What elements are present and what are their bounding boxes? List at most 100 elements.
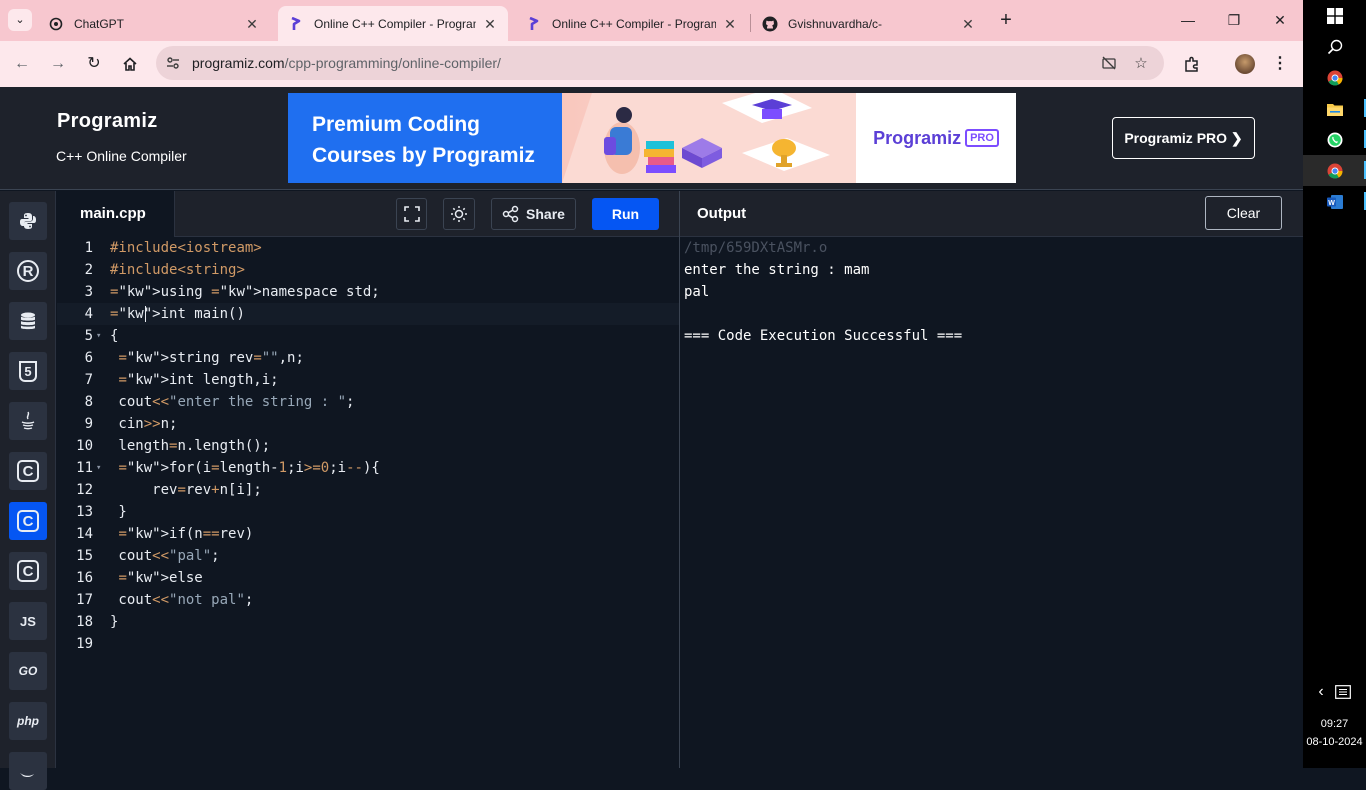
code-line[interactable]: 16 ="kw">else xyxy=(57,567,679,589)
chrome-active-taskbar-icon[interactable] xyxy=(1303,155,1366,186)
tab-search-button[interactable]: ⌄ xyxy=(8,9,32,31)
output-console[interactable]: /tmp/659DXtASMr.o enter the string : mam p… xyxy=(680,237,1303,768)
run-button[interactable]: Run xyxy=(592,198,659,230)
share-label: Share xyxy=(526,206,565,222)
clear-button[interactable]: Clear xyxy=(1205,196,1282,230)
back-arrow-icon[interactable]: ← xyxy=(10,52,34,76)
tab-chatgpt[interactable]: ChatGPT ✕ xyxy=(38,6,270,41)
menu-kebab-icon[interactable]: ⋮ xyxy=(1268,52,1292,76)
address-bar[interactable]: programiz.com/cpp-programming/online-com… xyxy=(156,46,1164,80)
output-line: === Code Execution Successful === xyxy=(684,328,963,344)
code-line[interactable]: 17 cout<<"not pal"; xyxy=(57,589,679,611)
code-text: ="kw">if(n==rev) xyxy=(118,526,254,542)
cpp-icon[interactable]: C xyxy=(9,502,47,540)
site-header: Programiz C++ Online Compiler Premium Co… xyxy=(0,87,1303,190)
window-close-icon[interactable]: ✕ xyxy=(1265,8,1295,32)
word-icon[interactable]: W xyxy=(1303,186,1366,217)
c-icon[interactable]: C xyxy=(9,452,47,490)
tab-github[interactable]: Gvishnuvardha/c- ✕ xyxy=(752,6,986,41)
code-text: cout<<"pal"; xyxy=(110,548,220,564)
code-line[interactable]: 1 #include<iostream> xyxy=(57,237,679,259)
fullscreen-icon[interactable] xyxy=(396,198,427,230)
new-tab-button[interactable]: + xyxy=(994,10,1018,32)
no-tracking-icon[interactable] xyxy=(1100,54,1118,72)
fold-chevron-icon[interactable]: ▾ xyxy=(96,325,101,347)
site-settings-icon[interactable] xyxy=(162,52,184,74)
programiz-pro-button[interactable]: Programiz PRO ❯ xyxy=(1112,117,1255,159)
profile-avatar[interactable] xyxy=(1233,52,1257,76)
go-icon[interactable]: GO xyxy=(9,652,47,690)
search-icon[interactable] xyxy=(1303,31,1366,62)
code-text: #include<iostream> xyxy=(110,240,262,256)
pro-badge: PRO xyxy=(965,129,999,147)
clock-time[interactable]: 09:27 xyxy=(1303,718,1366,730)
close-icon[interactable]: ✕ xyxy=(960,16,976,32)
system-tray: ‹ xyxy=(1303,676,1366,707)
forward-arrow-icon[interactable]: → xyxy=(46,52,70,76)
php-icon[interactable]: php xyxy=(9,702,47,740)
reload-icon[interactable]: ↻ xyxy=(82,52,106,76)
file-explorer-icon[interactable] xyxy=(1303,93,1366,124)
code-line[interactable]: 15 cout<<"pal"; xyxy=(57,545,679,567)
url-text: programiz.com/cpp-programming/online-com… xyxy=(192,55,501,71)
close-icon[interactable]: ✕ xyxy=(482,16,498,32)
code-line[interactable]: 7 ="kw">int length,i; xyxy=(57,369,679,391)
output-line: pal xyxy=(684,284,710,300)
code-line[interactable]: 10 length=n.length(); xyxy=(57,435,679,457)
code-editor[interactable]: 1 #include<iostream> 2 #include<string> 3 ="k… xyxy=(57,237,679,768)
code-line[interactable]: 6 ="kw">string rev="",n; xyxy=(57,347,679,369)
tab-title: Gvishnuvardha/c- xyxy=(788,16,883,31)
bookmark-star-icon[interactable]: ☆ xyxy=(1132,54,1150,72)
code-line[interactable]: 3 ="kw">using ="kw">namespace std; xyxy=(57,281,679,303)
programiz-logo[interactable]: Programiz xyxy=(57,110,158,133)
html-icon[interactable]: 5 xyxy=(9,352,47,390)
programiz-page: Programiz C++ Online Compiler Premium Co… xyxy=(0,87,1303,790)
clock-date[interactable]: 08-10-2024 xyxy=(1303,736,1366,748)
promo-banner[interactable]: Premium Coding Courses by Programiz Prog… xyxy=(288,93,1016,183)
python-icon[interactable] xyxy=(9,202,47,240)
csharp-icon[interactable]: C xyxy=(9,552,47,590)
notifications-icon[interactable] xyxy=(1334,684,1351,699)
code-line[interactable]: 5 ▾ { xyxy=(57,325,679,347)
chevron-left-icon[interactable]: ‹ xyxy=(1318,683,1323,701)
code-line[interactable]: 4 ="kw">int main() xyxy=(57,303,679,325)
fold-chevron-icon[interactable]: ▾ xyxy=(96,457,101,479)
tab-programiz-active[interactable]: Online C++ Compiler - Program ✕ xyxy=(278,6,508,41)
share-button[interactable]: Share xyxy=(491,198,576,230)
code-line[interactable]: 2 #include<string> xyxy=(57,259,679,281)
code-line[interactable]: 11 ▾ ="kw">for(i=length-1;i>=0;i--){ xyxy=(57,457,679,479)
file-tab-main-cpp[interactable]: main.cpp xyxy=(57,191,175,237)
code-line[interactable]: 12 rev=rev+n[i]; xyxy=(57,479,679,501)
close-icon[interactable]: ✕ xyxy=(244,16,260,32)
home-icon[interactable] xyxy=(118,52,142,76)
r-icon[interactable]: R xyxy=(9,252,47,290)
code-text: { xyxy=(110,328,119,344)
svg-text:W: W xyxy=(1328,200,1335,207)
windows-taskbar: W ‹ 09:27 08-10-2024 xyxy=(1303,0,1366,768)
output-line: enter the string : mam xyxy=(684,262,870,278)
swift-icon[interactable] xyxy=(9,752,47,790)
code-text: } xyxy=(110,614,119,630)
csharp-label: C xyxy=(17,560,39,582)
code-line[interactable]: 18} xyxy=(57,611,679,633)
sql-icon[interactable] xyxy=(9,302,47,340)
code-line[interactable]: 14 ="kw">if(n==rev) xyxy=(57,523,679,545)
code-line[interactable]: 9 cin>>n; xyxy=(57,413,679,435)
code-text: cin>>n; xyxy=(110,416,178,432)
code-text: cout<<"enter the string : "; xyxy=(110,394,355,410)
code-line[interactable]: 13 } xyxy=(57,501,679,523)
programiz-icon xyxy=(526,16,542,32)
code-line[interactable]: 8 cout<<"enter the string : "; xyxy=(57,391,679,413)
javascript-icon[interactable]: JS xyxy=(9,602,47,640)
extensions-icon[interactable] xyxy=(1180,52,1204,76)
restore-icon[interactable]: ❐ xyxy=(1219,8,1249,32)
close-icon[interactable]: ✕ xyxy=(722,16,738,32)
windows-start-icon[interactable] xyxy=(1303,0,1366,31)
minimize-icon[interactable]: — xyxy=(1173,8,1203,32)
chrome-taskbar-icon[interactable] xyxy=(1303,62,1366,93)
java-icon[interactable] xyxy=(9,402,47,440)
whatsapp-icon[interactable] xyxy=(1303,124,1366,155)
tab-programiz[interactable]: Online C++ Compiler - Program ✕ xyxy=(516,6,748,41)
theme-toggle-sun-icon[interactable] xyxy=(443,198,475,230)
code-line[interactable]: 19 xyxy=(57,633,679,655)
